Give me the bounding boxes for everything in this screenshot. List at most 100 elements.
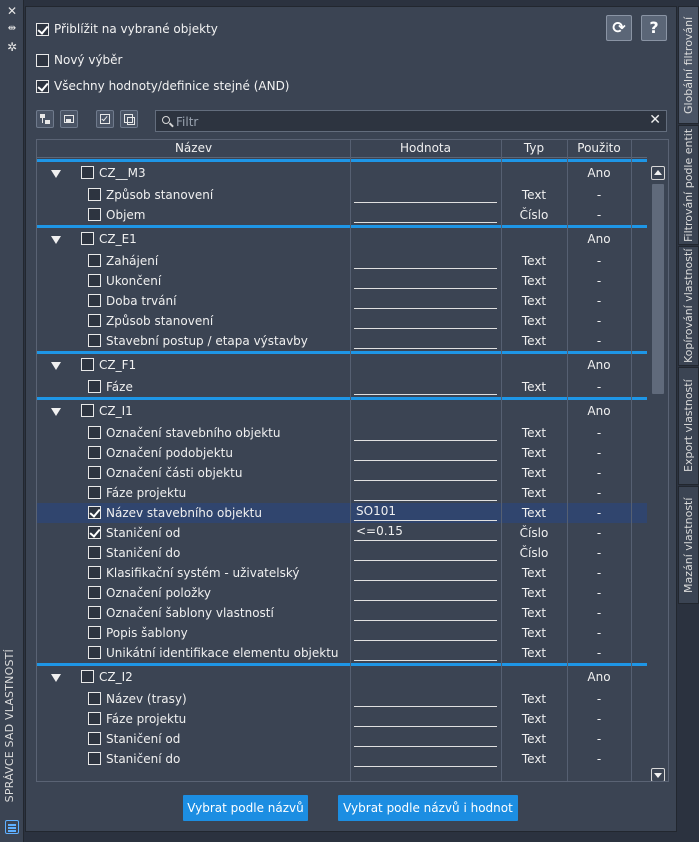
- property-row[interactable]: Označení stavebního objektu Text -: [37, 423, 647, 443]
- property-row[interactable]: Unikátní identifikace elementu objektu Te…: [37, 643, 647, 663]
- property-row[interactable]: Název stavebního objektu SO101 Text -: [37, 503, 647, 523]
- tab-entity-filter[interactable]: Filtrování podle entit: [678, 125, 699, 245]
- property-value-field[interactable]: [354, 604, 497, 621]
- property-row[interactable]: Staničení do Text -: [37, 749, 647, 769]
- property-value-field[interactable]: [354, 564, 497, 581]
- property-row[interactable]: Označení šablony vlastností Text -: [37, 603, 647, 623]
- collapse-triangle-icon[interactable]: [51, 408, 61, 416]
- property-checkbox[interactable]: [88, 566, 101, 579]
- property-row[interactable]: Označení položky Text -: [37, 583, 647, 603]
- collapse-triangle-icon[interactable]: [51, 674, 61, 682]
- property-checkbox[interactable]: [88, 334, 101, 347]
- new-selection-checkbox[interactable]: [36, 54, 49, 67]
- property-value-field[interactable]: [354, 252, 497, 269]
- filter-input[interactable]: Filtr ✕: [155, 110, 667, 132]
- group-checkbox[interactable]: [81, 358, 94, 371]
- column-name-header[interactable]: Název: [37, 141, 350, 155]
- property-checkbox[interactable]: [88, 526, 101, 539]
- tab-delete-properties[interactable]: Mazání vlastností: [678, 486, 699, 604]
- collapse-triangle-icon[interactable]: [51, 236, 61, 244]
- property-value-field[interactable]: [354, 644, 497, 661]
- property-value-field[interactable]: [354, 710, 497, 727]
- zoom-checkbox[interactable]: [36, 23, 49, 36]
- close-icon[interactable]: ✕: [4, 4, 20, 18]
- property-row[interactable]: Staničení do Číslo -: [37, 543, 647, 563]
- property-value-field[interactable]: [354, 730, 497, 747]
- property-value-field[interactable]: [354, 186, 497, 203]
- property-row[interactable]: Staničení od Text -: [37, 729, 647, 749]
- property-value-field[interactable]: <=0.15: [354, 524, 497, 541]
- group-row[interactable]: CZ_F1 Ano: [37, 351, 647, 377]
- group-checkbox[interactable]: [81, 670, 94, 683]
- uncheck-all-button[interactable]: [120, 110, 138, 128]
- check-all-button[interactable]: [96, 110, 114, 128]
- help-button[interactable]: ?: [641, 15, 667, 41]
- properties-gear-icon[interactable]: ✲: [4, 40, 20, 54]
- property-checkbox[interactable]: [88, 692, 101, 705]
- property-row[interactable]: Objem Číslo -: [37, 205, 647, 225]
- property-row[interactable]: Označení podobjektu Text -: [37, 443, 647, 463]
- group-checkbox[interactable]: [81, 404, 94, 417]
- property-checkbox[interactable]: [88, 506, 101, 519]
- property-checkbox[interactable]: [88, 606, 101, 619]
- property-checkbox[interactable]: [88, 466, 101, 479]
- property-row[interactable]: Fáze projektu Text -: [37, 709, 647, 729]
- property-row[interactable]: Způsob stanovení Text -: [37, 185, 647, 205]
- property-row[interactable]: Klasifikační systém - uživatelský Text -: [37, 563, 647, 583]
- column-type-header[interactable]: Typ: [501, 141, 567, 155]
- clear-icon[interactable]: ✕: [649, 112, 661, 128]
- property-value-field[interactable]: [354, 584, 497, 601]
- select-by-name-button[interactable]: Vybrat podle názvů: [183, 795, 308, 821]
- property-value-field[interactable]: [354, 424, 497, 441]
- property-row[interactable]: Název (trasy) Text -: [37, 689, 647, 709]
- scroll-down-icon[interactable]: [651, 768, 665, 781]
- property-row[interactable]: Popis šablony Text -: [37, 623, 647, 643]
- property-value-field[interactable]: [354, 292, 497, 309]
- property-row[interactable]: Fáze Text -: [37, 377, 647, 397]
- property-row[interactable]: Zahájení Text -: [37, 251, 647, 271]
- property-checkbox[interactable]: [88, 208, 101, 221]
- property-row[interactable]: Označení části objektu Text -: [37, 463, 647, 483]
- property-checkbox[interactable]: [88, 254, 101, 267]
- property-checkbox[interactable]: [88, 732, 101, 745]
- property-checkbox[interactable]: [88, 188, 101, 201]
- property-checkbox[interactable]: [88, 626, 101, 639]
- property-row[interactable]: Doba trvání Text -: [37, 291, 647, 311]
- property-value-field[interactable]: SO101: [354, 504, 497, 521]
- tab-global-filter[interactable]: Globální filtrování: [678, 6, 699, 124]
- property-checkbox[interactable]: [88, 646, 101, 659]
- group-checkbox[interactable]: [81, 166, 94, 179]
- scroll-thumb[interactable]: [652, 184, 664, 394]
- collapse-button[interactable]: [60, 110, 78, 128]
- property-value-field[interactable]: [354, 464, 497, 481]
- property-row[interactable]: Fáze projektu Text -: [37, 483, 647, 503]
- scroll-up-icon[interactable]: [651, 166, 665, 180]
- property-value-field[interactable]: [354, 444, 497, 461]
- property-value-field[interactable]: [354, 312, 497, 329]
- property-checkbox[interactable]: [88, 546, 101, 559]
- vertical-scrollbar[interactable]: [649, 164, 667, 781]
- all-values-checkbox[interactable]: [36, 80, 49, 93]
- property-checkbox[interactable]: [88, 380, 101, 393]
- property-value-field[interactable]: [354, 272, 497, 289]
- property-value-field[interactable]: [354, 484, 497, 501]
- select-by-name-value-button[interactable]: Vybrat podle názvů i hodnot: [338, 795, 518, 821]
- group-row[interactable]: CZ__M3 Ano: [37, 159, 647, 185]
- property-checkbox[interactable]: [88, 712, 101, 725]
- property-checkbox[interactable]: [88, 274, 101, 287]
- property-row[interactable]: Stavební postup / etapa výstavby Text -: [37, 331, 647, 351]
- property-checkbox[interactable]: [88, 486, 101, 499]
- autohide-icon[interactable]: ⇹: [4, 22, 20, 36]
- group-row[interactable]: CZ_E1 Ano: [37, 225, 647, 251]
- property-checkbox[interactable]: [88, 446, 101, 459]
- property-checkbox[interactable]: [88, 586, 101, 599]
- property-checkbox[interactable]: [88, 426, 101, 439]
- tab-export-properties[interactable]: Export vlastností: [678, 367, 699, 485]
- property-value-field[interactable]: [354, 206, 497, 223]
- column-used-header[interactable]: Použito: [567, 141, 631, 155]
- collapse-triangle-icon[interactable]: [51, 362, 61, 370]
- property-value-field[interactable]: [354, 624, 497, 641]
- group-row[interactable]: CZ_I1 Ano: [37, 397, 647, 423]
- property-value-field[interactable]: [354, 690, 497, 707]
- tab-copy-properties[interactable]: Kopírování vlastností: [678, 246, 699, 366]
